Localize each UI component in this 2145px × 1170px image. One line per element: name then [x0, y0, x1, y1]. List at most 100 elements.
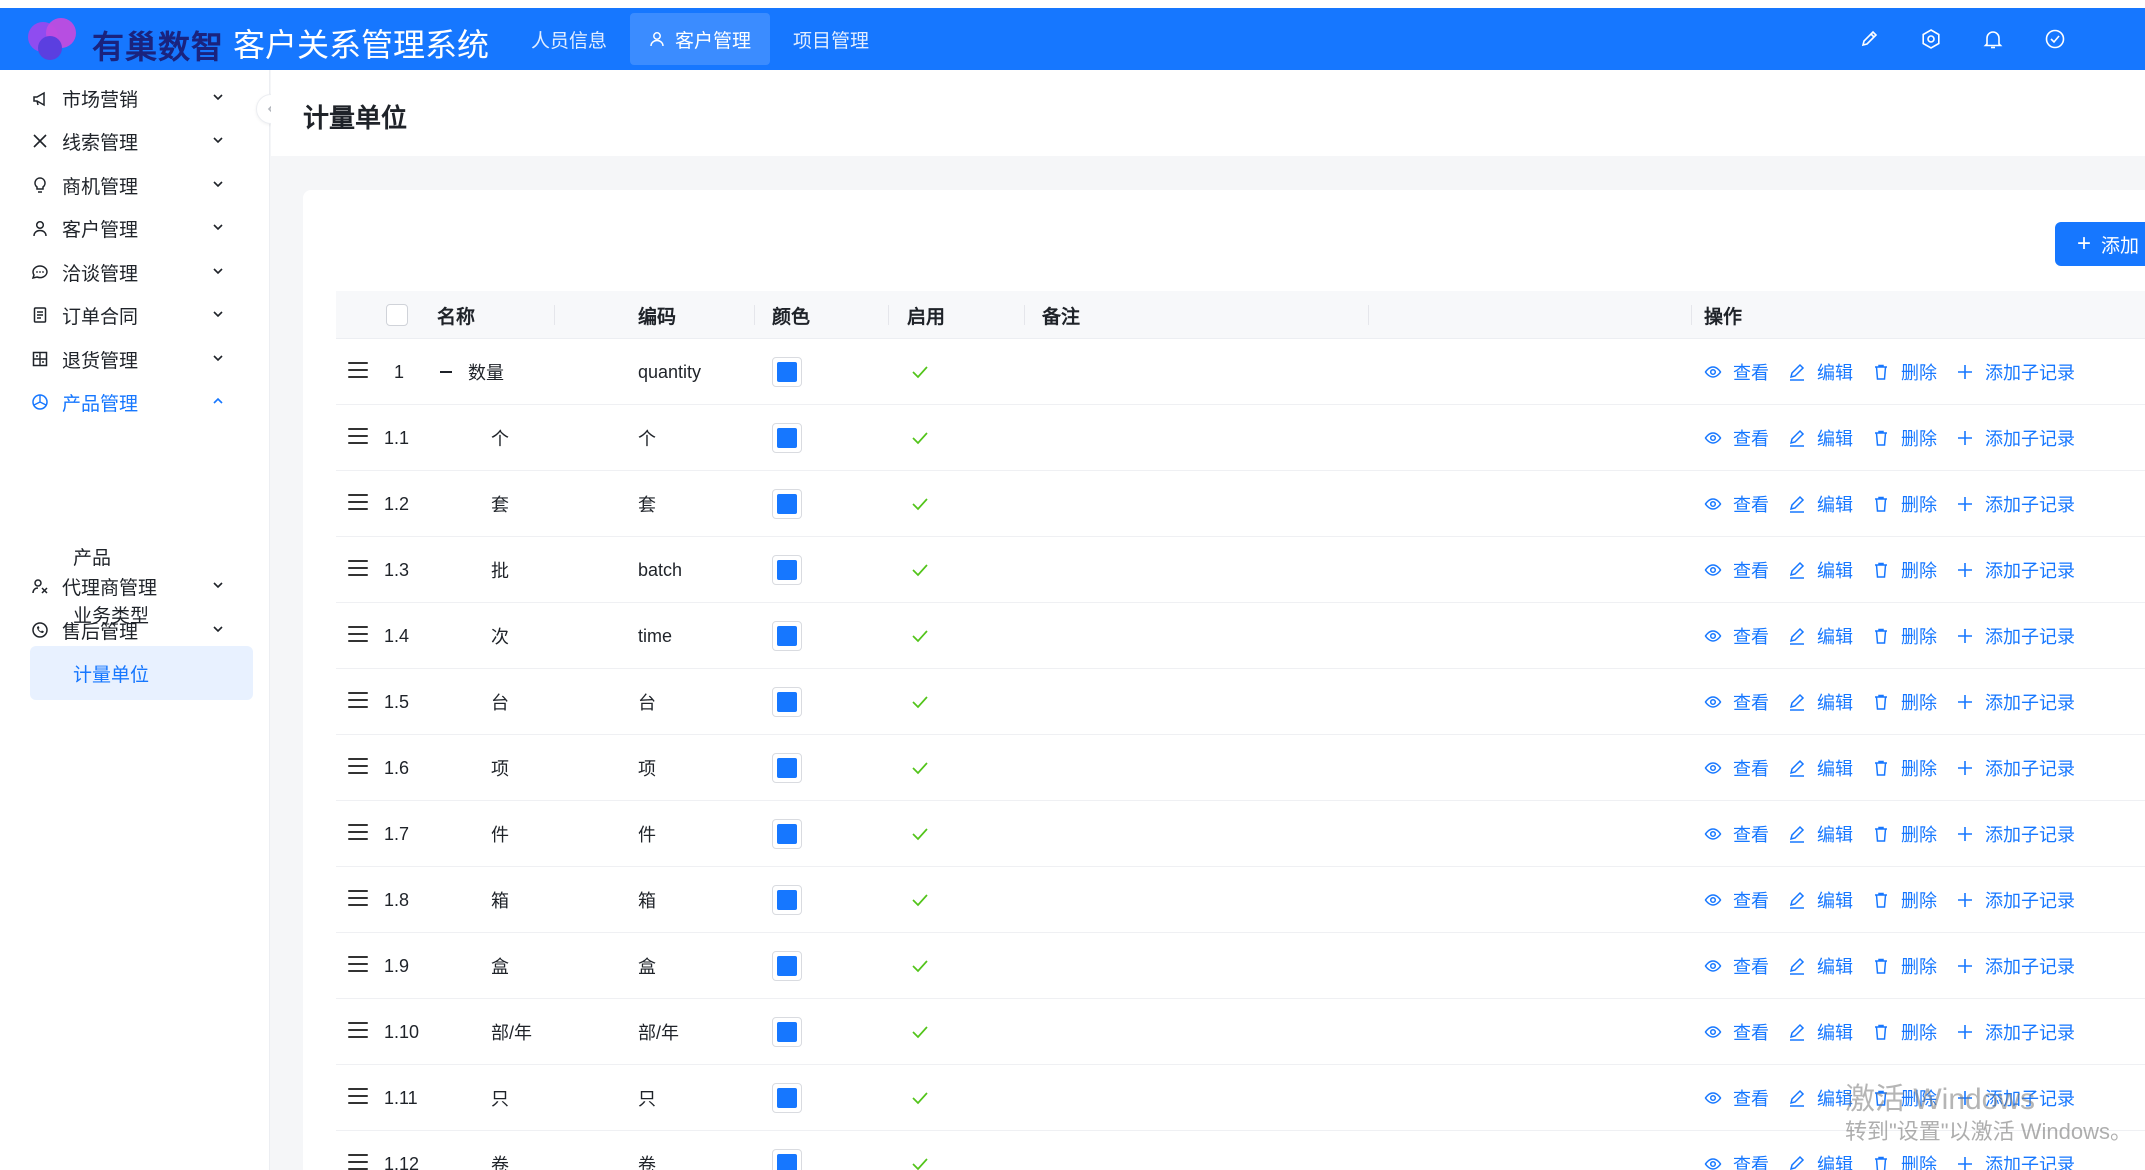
edit-button[interactable]: 编辑: [1788, 887, 1853, 913]
topnav-project[interactable]: 项目管理: [774, 8, 888, 70]
sidebar-item[interactable]: 洽谈管理: [30, 250, 250, 294]
delete-button[interactable]: 删除: [1872, 1151, 1937, 1170]
drag-handle-icon[interactable]: [348, 1088, 368, 1106]
plus-icon: [1958, 695, 1972, 709]
logo[interactable]: 有巢数智: [22, 14, 223, 66]
add-child-button[interactable]: 添加子记录: [1956, 1019, 2075, 1045]
plus-icon: [1958, 893, 1972, 907]
view-button[interactable]: 查看: [1704, 1019, 1769, 1045]
select-all-checkbox[interactable]: [386, 304, 408, 326]
row-actions: 查看 编辑 删除 添加子记录: [1704, 735, 2094, 801]
add-child-button[interactable]: 添加子记录: [1956, 755, 2075, 781]
drag-handle-icon[interactable]: [348, 560, 368, 578]
sidebar-item[interactable]: 市场营销: [30, 76, 250, 120]
edit-button[interactable]: 编辑: [1788, 1085, 1853, 1111]
view-button[interactable]: 查看: [1704, 491, 1769, 517]
sidebar-item[interactable]: 退货管理: [30, 337, 250, 381]
check-circle-icon[interactable]: [2044, 28, 2066, 50]
gear-icon[interactable]: [1920, 28, 1942, 50]
edit-button[interactable]: 编辑: [1788, 821, 1853, 847]
edit-button[interactable]: 编辑: [1788, 689, 1853, 715]
view-button[interactable]: 查看: [1704, 887, 1769, 913]
table-row: 1.1 个 个 查看 编辑 删除 添加子记录: [336, 405, 2145, 471]
edit-button[interactable]: 编辑: [1788, 557, 1853, 583]
view-button[interactable]: 查看: [1704, 623, 1769, 649]
add-child-button[interactable]: 添加子记录: [1956, 623, 2075, 649]
edit-button[interactable]: 编辑: [1788, 359, 1853, 385]
view-button[interactable]: 查看: [1704, 689, 1769, 715]
drag-handle-icon[interactable]: [348, 428, 368, 446]
drag-handle-icon[interactable]: [348, 626, 368, 644]
sidebar-subitem[interactable]: 计量单位: [30, 646, 253, 700]
drag-handle-icon[interactable]: [348, 362, 368, 380]
add-child-button[interactable]: 添加子记录: [1956, 425, 2075, 451]
edit-button[interactable]: 编辑: [1788, 425, 1853, 451]
edit-button[interactable]: 编辑: [1788, 1151, 1853, 1170]
edit-button[interactable]: 编辑: [1788, 623, 1853, 649]
add-child-label: 添加子记录: [1985, 1023, 2075, 1043]
edit-button[interactable]: 编辑: [1788, 1019, 1853, 1045]
sidebar-item[interactable]: 线索管理: [30, 119, 250, 163]
drag-handle-icon[interactable]: [348, 692, 368, 710]
add-child-button[interactable]: 添加子记录: [1956, 557, 2075, 583]
delete-button[interactable]: 删除: [1872, 689, 1937, 715]
view-button[interactable]: 查看: [1704, 425, 1769, 451]
brush-icon[interactable]: [1858, 28, 1880, 50]
drag-handle-icon[interactable]: [348, 824, 368, 842]
bell-icon[interactable]: [1982, 28, 2004, 50]
view-button[interactable]: 查看: [1704, 1085, 1769, 1111]
view-button[interactable]: 查看: [1704, 953, 1769, 979]
delete-label: 删除: [1901, 429, 1937, 449]
delete-button[interactable]: 删除: [1872, 425, 1937, 451]
drag-handle-icon[interactable]: [348, 1154, 368, 1170]
add-child-button[interactable]: 添加子记录: [1956, 953, 2075, 979]
delete-button[interactable]: 删除: [1872, 953, 1937, 979]
chevron-down-icon: [213, 94, 223, 101]
add-child-button[interactable]: 添加子记录: [1956, 887, 2075, 913]
view-button[interactable]: 查看: [1704, 755, 1769, 781]
add-child-button[interactable]: 添加子记录: [1956, 359, 2075, 385]
delete-button[interactable]: 删除: [1872, 821, 1937, 847]
add-button[interactable]: + 添加: [2055, 222, 2145, 266]
sidebar-subitem[interactable]: 业务类型: [30, 587, 253, 641]
row-code: 卷: [638, 1155, 656, 1170]
view-button[interactable]: 查看: [1704, 359, 1769, 385]
drag-handle-icon[interactable]: [348, 890, 368, 908]
sidebar-item[interactable]: 商机管理: [30, 163, 250, 207]
collapse-row-icon[interactable]: [440, 371, 452, 373]
sidebar-item[interactable]: 客户管理: [30, 206, 250, 250]
add-child-button[interactable]: 添加子记录: [1956, 689, 2075, 715]
sidebar-item[interactable]: 订单合同: [30, 293, 250, 337]
delete-button[interactable]: 删除: [1872, 887, 1937, 913]
edit-button[interactable]: 编辑: [1788, 491, 1853, 517]
edit-label: 编辑: [1817, 1155, 1853, 1170]
drag-handle-icon[interactable]: [348, 956, 368, 974]
delete-button[interactable]: 删除: [1872, 557, 1937, 583]
view-button[interactable]: 查看: [1704, 1151, 1769, 1170]
drag-handle-icon[interactable]: [348, 494, 368, 512]
topnav-customer[interactable]: 客户管理: [630, 13, 771, 65]
edit-button[interactable]: 编辑: [1788, 755, 1853, 781]
edit-button[interactable]: 编辑: [1788, 953, 1853, 979]
drag-handle-icon[interactable]: [348, 758, 368, 776]
add-child-button[interactable]: 添加子记录: [1956, 1151, 2075, 1170]
add-child-button[interactable]: 添加子记录: [1956, 491, 2075, 517]
color-swatch: [772, 423, 802, 453]
delete-button[interactable]: 删除: [1872, 755, 1937, 781]
header-icons: [1858, 8, 2106, 70]
topnav-personnel[interactable]: 人员信息: [512, 8, 626, 70]
chevron-down-icon: [213, 355, 223, 362]
delete-button[interactable]: 删除: [1872, 623, 1937, 649]
drag-handle-icon[interactable]: [348, 1022, 368, 1040]
eye-icon: [1704, 630, 1722, 642]
delete-button[interactable]: 删除: [1872, 491, 1937, 517]
delete-button[interactable]: 删除: [1872, 359, 1937, 385]
add-child-button[interactable]: 添加子记录: [1956, 821, 2075, 847]
view-button[interactable]: 查看: [1704, 557, 1769, 583]
check-icon: [912, 1158, 928, 1170]
delete-button[interactable]: 删除: [1872, 1019, 1937, 1045]
sidebar-item[interactable]: 产品管理: [30, 380, 250, 424]
view-button[interactable]: 查看: [1704, 821, 1769, 847]
row-name: 个: [491, 429, 509, 449]
sidebar-subitem[interactable]: 产品: [30, 529, 253, 583]
